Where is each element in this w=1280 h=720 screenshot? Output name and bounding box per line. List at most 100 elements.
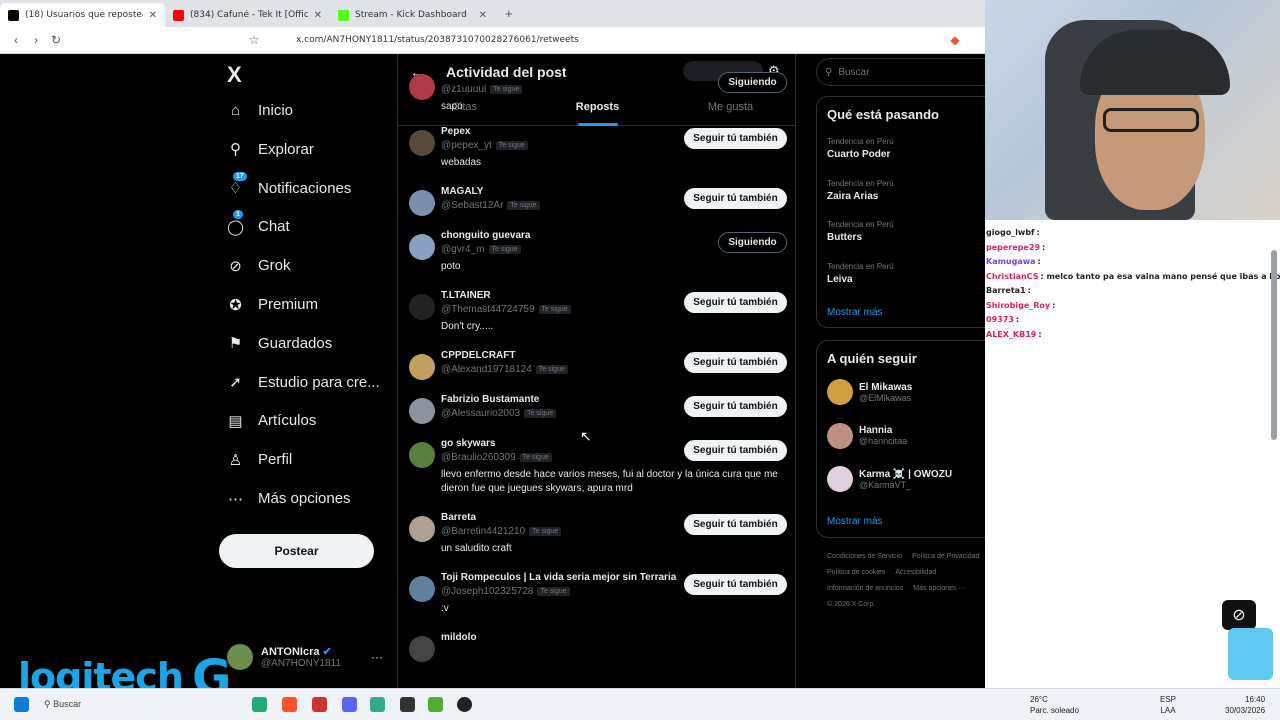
avatar[interactable]	[409, 354, 435, 380]
trend-item[interactable]: Tendencia en Perú Leiva	[827, 262, 894, 285]
post-button[interactable]: Postear	[219, 534, 374, 568]
taskbar-search[interactable]: ⚲ Buscar	[44, 699, 81, 710]
following-button[interactable]: Siguiendo	[718, 232, 787, 253]
user-name[interactable]: T.LTAINER	[441, 290, 491, 301]
chat-username[interactable]: peperepe29	[986, 243, 1040, 252]
sidebar-item-m-s-opciones[interactable]: ⋯ Más opciones	[227, 490, 351, 508]
trend-item[interactable]: Tendencia en Perú Cuarto Poder	[827, 137, 894, 160]
profile-more-icon[interactable]: ···	[371, 650, 383, 664]
user-row[interactable]: @z1uuuul Te sigue sapo Siguiendo	[398, 64, 795, 124]
sidebar-item-grok[interactable]: ⊘ Grok	[227, 257, 290, 275]
bookmark-icon[interactable]: ☆	[244, 33, 264, 47]
user-row[interactable]: T.LTAINER @Themast44724759 Te sigue Don't c…	[398, 284, 795, 344]
user-name[interactable]: Toji Rompeculos | La vida seria mejor si…	[441, 572, 676, 583]
avatar[interactable]	[409, 398, 435, 424]
chat-username[interactable]: Barreta1	[986, 286, 1026, 295]
chat-username[interactable]: Kamugawa	[986, 257, 1036, 266]
avatar[interactable]	[827, 466, 853, 492]
chat-username[interactable]: ChristianCS	[986, 272, 1038, 281]
browser-tab[interactable]: (834) Cafuné - Tek It [Official Aud ✕	[165, 3, 330, 27]
avatar[interactable]	[409, 234, 435, 260]
avatar[interactable]	[409, 130, 435, 156]
brave-shield-icon[interactable]: ◆	[945, 33, 965, 47]
user-row[interactable]: Barreta @Barretin4421210 Te sigue un saludi…	[398, 506, 795, 566]
user-row[interactable]: go skywars @Braulio260309 Te sigue llevo en…	[398, 432, 795, 494]
close-icon[interactable]: ✕	[149, 10, 157, 21]
app-icon[interactable]	[370, 697, 385, 712]
user-name[interactable]: CPPDELCRAFT	[441, 350, 515, 361]
footer-link[interactable]: Política de Privacidad	[912, 549, 979, 565]
follow-button[interactable]: Seguir tú también	[684, 396, 787, 417]
sidebar-item-estudio-para-cre-[interactable]: ➚ Estudio para cre...	[227, 374, 380, 392]
avatar[interactable]	[827, 422, 853, 449]
weather-widget[interactable]: 26°C Parc. soleado	[1012, 694, 1079, 716]
trends-show-more-link[interactable]: Mostrar más	[827, 307, 883, 318]
back-arrow-icon[interactable]: ‹	[6, 33, 26, 47]
account-switcher[interactable]: ANTONIcra ✔ @AN7HONY1811	[227, 644, 341, 670]
clock[interactable]: 16:40 30/03/2026	[1225, 694, 1265, 716]
avatar[interactable]	[409, 576, 435, 602]
obs-icon[interactable]	[457, 697, 472, 712]
app-icon[interactable]	[400, 697, 415, 712]
url-text[interactable]: x.com/AN7HONY1811/status/203873107002827…	[296, 35, 579, 45]
sidebar-item-art-culos[interactable]: ▤ Artículos	[227, 412, 316, 430]
avatar[interactable]	[409, 442, 435, 468]
sidebar-item-notificaciones[interactable]: ♢ 17 Notificaciones	[227, 171, 351, 197]
discord-icon[interactable]	[342, 697, 357, 712]
app-icon[interactable]	[312, 697, 327, 712]
who-show-more-link[interactable]: Mostrar más	[827, 516, 883, 527]
close-icon[interactable]: ✕	[314, 10, 322, 21]
follow-button[interactable]: Seguir tú también	[684, 188, 787, 209]
chat-username[interactable]: ALEX_KB19	[986, 330, 1036, 339]
user-name[interactable]: Pepex	[441, 126, 470, 137]
new-tab-button[interactable]: +	[495, 6, 523, 27]
sidebar-item-guardados[interactable]: ⚑ Guardados	[227, 335, 332, 353]
footer-link[interactable]: Condiciones de Servicio	[827, 549, 902, 565]
chat-username[interactable]: 09373	[986, 315, 1014, 324]
avatar[interactable]	[409, 636, 435, 662]
brave-icon[interactable]	[282, 697, 297, 712]
user-row[interactable]: Pepex @pepex_yt Te sigue webadas Seguir tú t…	[398, 120, 795, 180]
language-indicator[interactable]: ESP LAA	[1160, 694, 1176, 716]
user-name[interactable]: chonguito guevara	[441, 230, 530, 241]
user-name[interactable]: mildolo	[441, 632, 477, 643]
footer-link[interactable]: Información de anuncios	[827, 581, 903, 597]
trend-item[interactable]: Tendencia en Perú Zaira Arias	[827, 179, 894, 202]
user-row[interactable]: chonguito guevara @gvr4_m Te sigue poto Sigu…	[398, 224, 795, 284]
sidebar-item-inicio[interactable]: ⌂ Inicio	[227, 102, 293, 119]
footer-link[interactable]: © 2026 X Corp.	[827, 597, 875, 613]
browser-tab[interactable]: (18) Usuarios que repostearon e ✕	[0, 3, 165, 27]
user-row[interactable]: mildolo	[398, 626, 795, 686]
avatar[interactable]	[827, 379, 853, 405]
forward-arrow-icon[interactable]: ›	[26, 33, 46, 47]
app-icon[interactable]	[252, 697, 267, 712]
sidebar-item-perfil[interactable]: ♙ Perfil	[227, 451, 292, 469]
user-name[interactable]: Fabrizio Bustamante	[441, 394, 539, 405]
avatar[interactable]	[409, 74, 435, 100]
follow-button[interactable]: Seguir tú también	[684, 574, 787, 595]
user-row[interactable]: Toji Rompeculos | La vida seria mejor si…	[398, 566, 795, 626]
minecraft-icon[interactable]	[428, 697, 443, 712]
avatar[interactable]	[409, 516, 435, 542]
avatar[interactable]	[409, 190, 435, 216]
browser-tab[interactable]: Stream - Kick Dashboard ✕	[330, 3, 495, 27]
follow-button[interactable]: Seguir tú también	[684, 292, 787, 313]
windows-start-icon[interactable]	[14, 697, 29, 712]
footer-link[interactable]: Política de cookies	[827, 565, 885, 581]
follow-button[interactable]: Seguir tú también	[684, 440, 787, 461]
user-name[interactable]: Barreta	[441, 512, 476, 523]
footer-link[interactable]: Más opciones ···	[913, 581, 965, 597]
x-logo-icon[interactable]: X	[227, 62, 242, 88]
sidebar-item-explorar[interactable]: ⚲ Explorar	[227, 141, 314, 159]
trend-item[interactable]: Tendencia en Perú Butters	[827, 220, 894, 243]
chat-username[interactable]: Shirobige_Roy	[986, 301, 1050, 310]
chat-scrollbar[interactable]	[1271, 250, 1277, 440]
search-input[interactable]: ⚲ Buscar	[816, 58, 996, 86]
user-name[interactable]: go skywars	[441, 438, 495, 449]
user-name[interactable]: MAGALY	[441, 186, 483, 197]
sidebar-item-chat[interactable]: ◯ 1 Chat	[227, 210, 290, 236]
footer-link[interactable]: Accesibilidad	[895, 565, 936, 581]
sidebar-item-premium[interactable]: ✪ Premium	[227, 296, 318, 314]
follow-button[interactable]: Seguir tú también	[684, 352, 787, 373]
chat-username[interactable]: giogo_lwbf	[986, 228, 1035, 237]
